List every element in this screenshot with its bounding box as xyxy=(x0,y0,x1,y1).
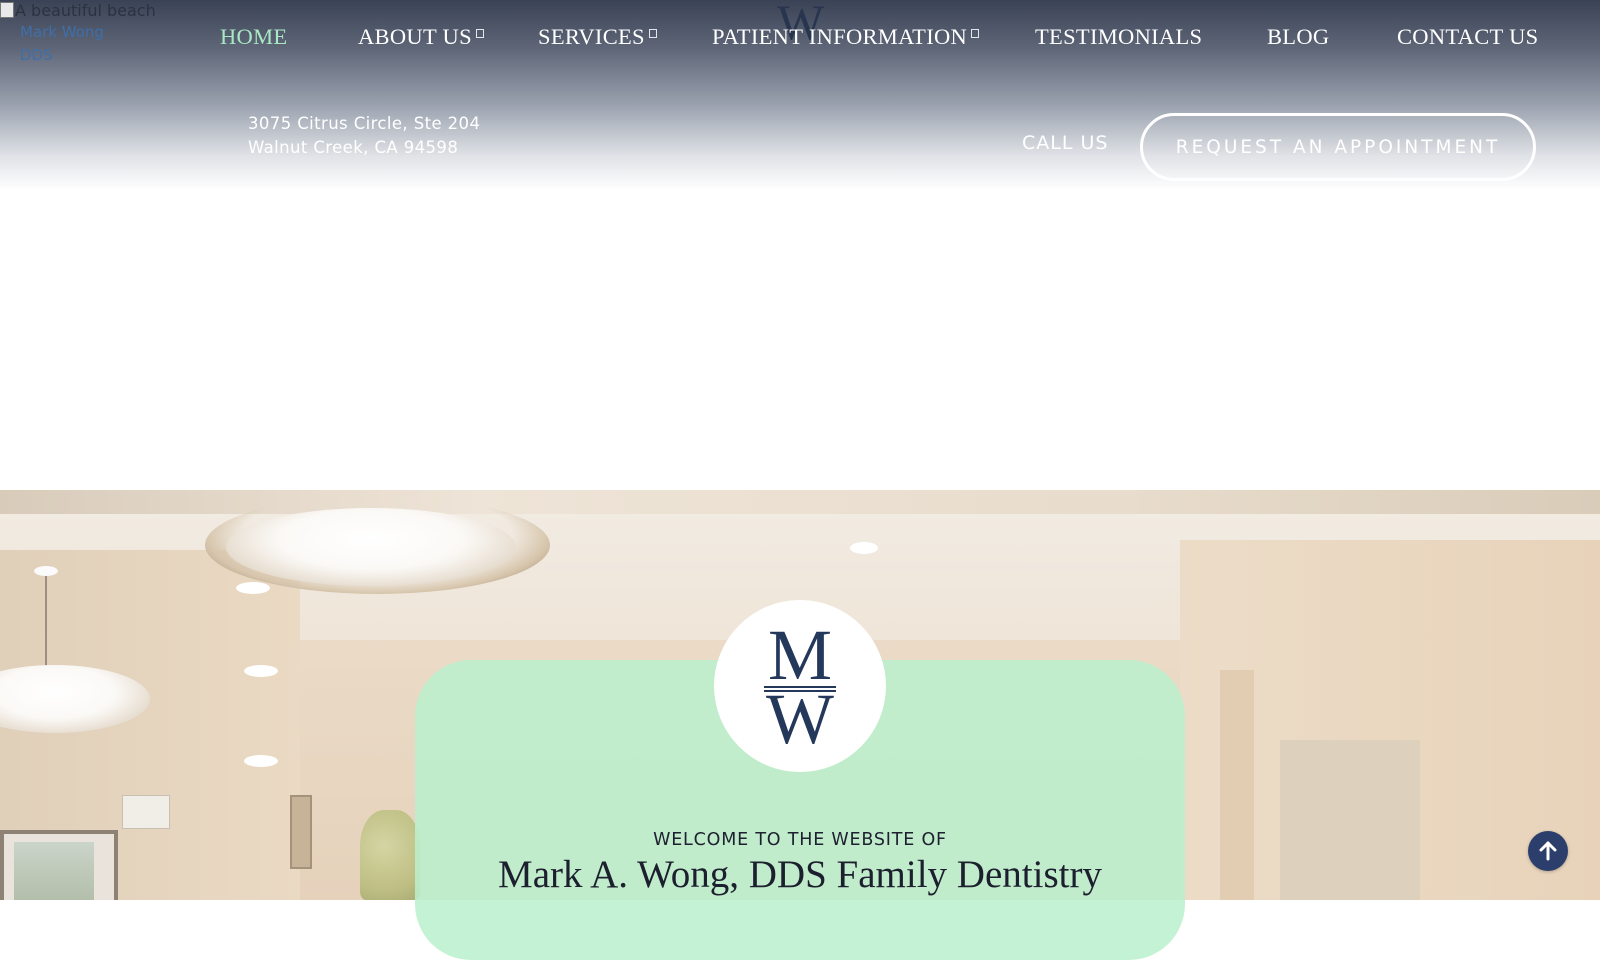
request-appointment-label: REQUEST AN APPOINTMENT xyxy=(1175,136,1501,158)
request-appointment-button[interactable]: REQUEST AN APPOINTMENT xyxy=(1140,113,1536,181)
nav-contact-us[interactable]: CONTACT US xyxy=(1397,24,1538,50)
practice-logo-badge: M W xyxy=(714,600,886,772)
hero-photo-spotlight xyxy=(236,582,270,594)
chevron-down-icon xyxy=(971,29,980,38)
nav-services-label: SERVICES xyxy=(538,24,645,49)
header-background-image: A beautiful beach xyxy=(0,1,156,20)
nav-contact-us-label: CONTACT US xyxy=(1397,24,1539,49)
chevron-down-icon xyxy=(475,29,484,38)
hero-photo-spotlight xyxy=(244,755,278,767)
welcome-kicker: WELCOME TO THE WEBSITE OF xyxy=(653,830,947,850)
nav-about-us-label: ABOUT US xyxy=(358,24,472,49)
scroll-to-top-button[interactable] xyxy=(1528,831,1568,871)
arrow-up-icon xyxy=(1539,841,1557,861)
broken-image-icon xyxy=(0,2,14,18)
logo-letter-w: W xyxy=(766,679,834,759)
nav-testimonials-label: TESTIMONIALS xyxy=(1035,24,1203,49)
hero-photo-ceiling-lamp xyxy=(226,508,516,586)
nav-about-us[interactable]: ABOUT US xyxy=(358,24,484,50)
nav-testimonials[interactable]: TESTIMONIALS xyxy=(1035,24,1202,50)
address-line-1: 3075 Citrus Circle, Ste 204 xyxy=(248,114,481,133)
main-navigation: HOME ABOUT US SERVICES PATIENT INFORMATI… xyxy=(0,24,1600,56)
nav-blog[interactable]: BLOG xyxy=(1267,24,1329,50)
header-background-alt-text: A beautiful beach xyxy=(15,1,156,20)
hero-photo-spotlight xyxy=(850,542,878,554)
welcome-title: Mark A. Wong, DDS Family Dentistry xyxy=(498,853,1102,896)
hero-photo-ledge xyxy=(0,490,1600,514)
hero-photo-restroom-sign xyxy=(122,795,170,829)
nav-patient-information[interactable]: PATIENT INFORMATION xyxy=(712,24,980,50)
chevron-down-icon xyxy=(648,29,657,38)
hero-photo-spotlight xyxy=(244,665,278,677)
office-address[interactable]: 3075 Citrus Circle, Ste 204 Walnut Creek… xyxy=(248,112,480,160)
address-line-2: Walnut Creek, CA 94598 xyxy=(248,138,459,157)
nav-blog-label: BLOG xyxy=(1267,24,1330,49)
nav-patient-information-label: PATIENT INFORMATION xyxy=(712,24,968,49)
call-us-link[interactable]: CALL US xyxy=(1022,132,1108,154)
nav-home-label: HOME xyxy=(220,24,288,49)
hero-photo-lamp-rod xyxy=(45,570,47,670)
nav-home[interactable]: HOME xyxy=(220,24,287,50)
nav-services[interactable]: SERVICES xyxy=(538,24,657,50)
hero-photo-lamp-cap xyxy=(34,566,58,576)
logo-letter-m: M xyxy=(767,615,833,695)
